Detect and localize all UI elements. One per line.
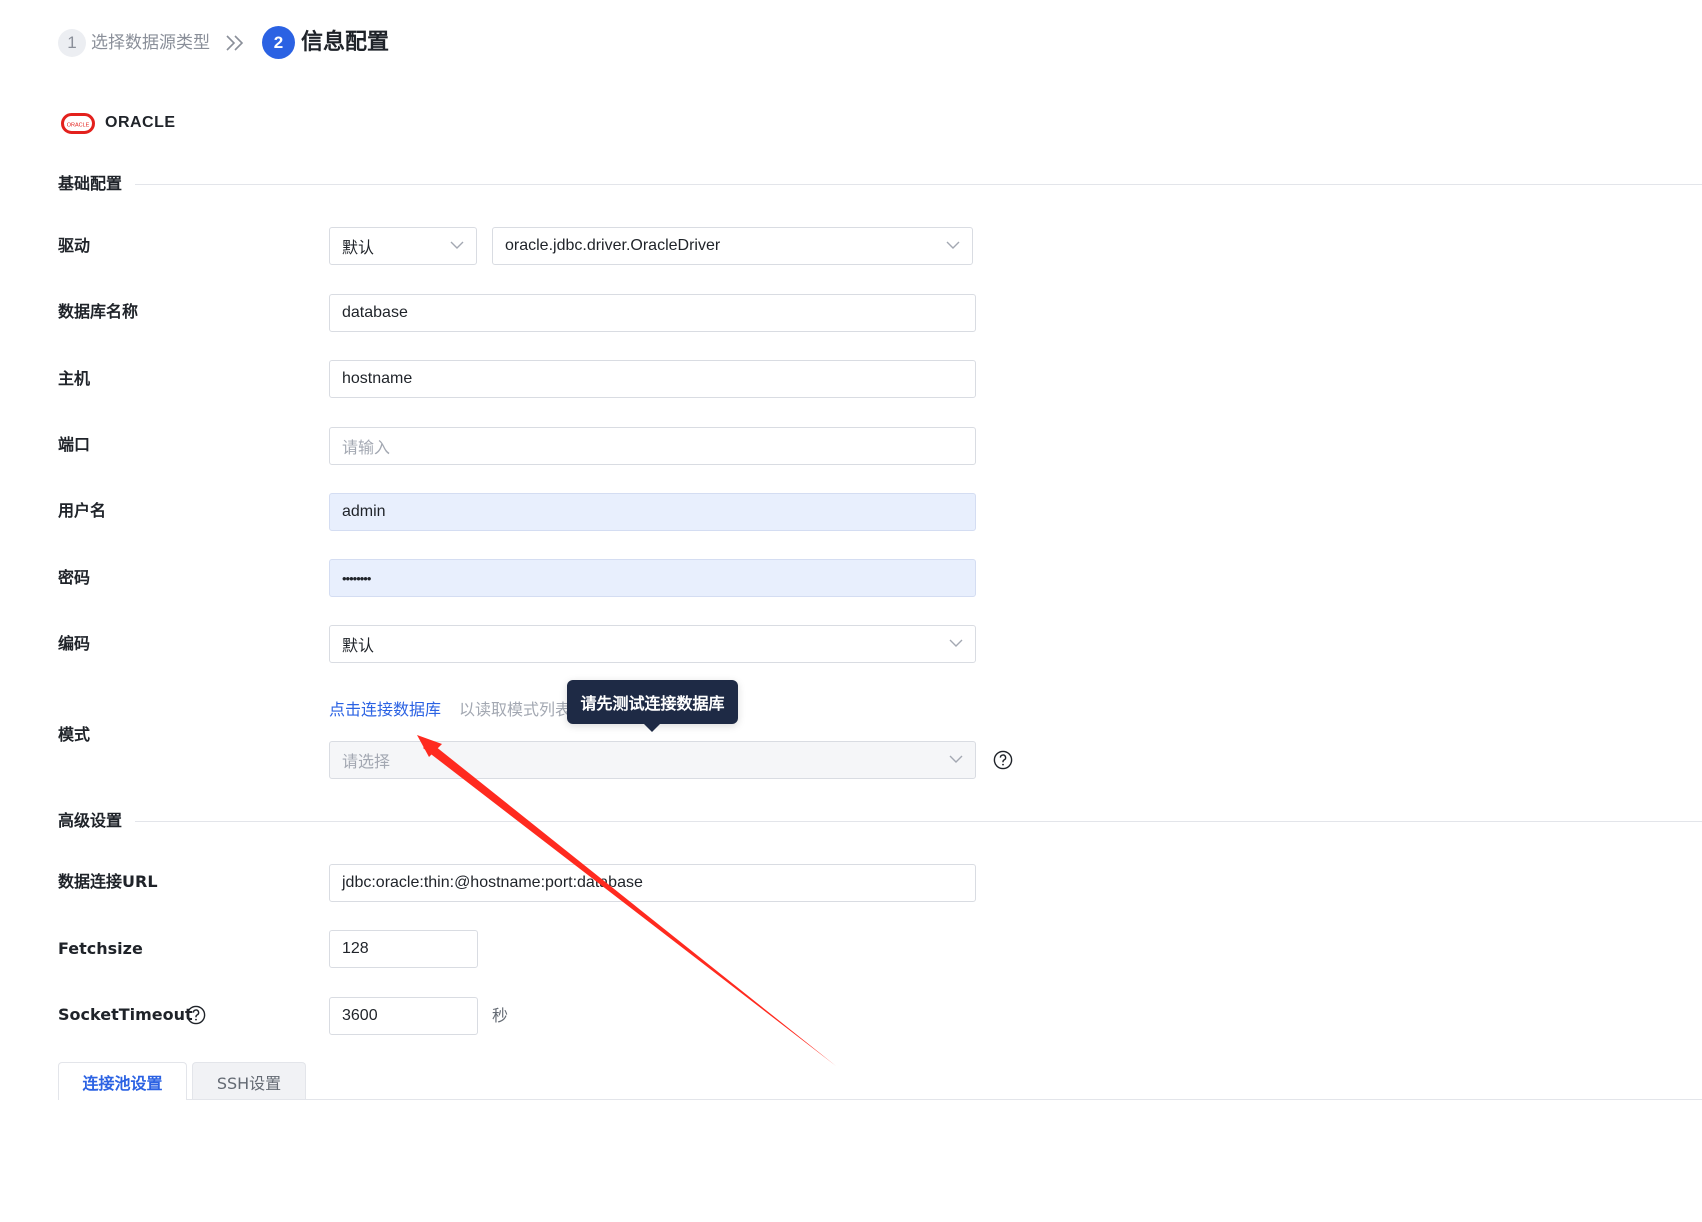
advanced-settings-title: 高级设置 [58, 811, 123, 830]
tooltip-arrow [643, 723, 661, 732]
schema-hint-text: 以读取模式列表 [459, 700, 572, 719]
port-input[interactable]: 请输入 [329, 427, 976, 465]
schema-select[interactable]: 请选择 [329, 741, 976, 779]
chevron-down-icon [949, 639, 963, 647]
driver-class-value: oracle.jdbc.driver.OracleDriver [505, 237, 721, 254]
basic-config-title: 基础配置 [58, 174, 123, 193]
host-label: 主机 [58, 369, 91, 388]
username-input[interactable]: admin [329, 493, 976, 531]
database-name-label: 数据库名称 [58, 302, 139, 321]
step-2-number: 2 [262, 26, 295, 59]
tab-ssh-settings[interactable]: SSH设置 [192, 1062, 306, 1100]
fetchsize-input[interactable]: 128 [329, 930, 478, 968]
socket-timeout-label: SocketTimeout [58, 1005, 193, 1024]
tab-connection-pool[interactable]: 连接池设置 [58, 1062, 187, 1100]
password-input[interactable]: •••••••• [329, 559, 976, 597]
tabs-divider [187, 1099, 1702, 1100]
step-2-label: 信息配置 [301, 30, 390, 55]
oracle-logo-icon: ORACLE [61, 113, 95, 134]
port-label: 端口 [58, 435, 91, 454]
jdbc-url-label: 数据连接URL [58, 872, 158, 891]
username-label: 用户名 [58, 501, 107, 520]
step-1-label[interactable]: 选择数据源类型 [91, 30, 210, 56]
datasource-name: ORACLE [105, 114, 176, 131]
encoding-label: 编码 [58, 634, 91, 653]
encoding-value: 默认 [342, 638, 375, 655]
socket-timeout-input[interactable]: 3600 [329, 997, 478, 1035]
driver-label: 驱动 [58, 236, 91, 255]
connect-database-link[interactable]: 点击连接数据库 [329, 698, 441, 722]
help-question-icon[interactable] [993, 750, 1013, 770]
driver-type-select[interactable]: 默认 [329, 227, 477, 265]
advanced-settings-divider [135, 821, 1702, 822]
database-name-input[interactable]: database [329, 294, 976, 332]
driver-type-value: 默认 [342, 240, 375, 257]
help-question-icon[interactable] [186, 1005, 206, 1025]
chevron-down-icon [949, 755, 963, 763]
schema-label: 模式 [58, 725, 91, 744]
chevron-down-icon [946, 241, 960, 249]
driver-class-select[interactable]: oracle.jdbc.driver.OracleDriver [492, 227, 973, 265]
host-input[interactable]: hostname [329, 360, 976, 398]
step-1-number: 1 [58, 29, 86, 57]
chevron-down-icon [450, 241, 464, 249]
svg-text:ORACLE: ORACLE [67, 122, 90, 128]
fetchsize-label: Fetchsize [58, 939, 143, 958]
schema-placeholder: 请选择 [342, 754, 391, 771]
double-chevron-right-icon [226, 35, 244, 51]
basic-config-divider [135, 184, 1702, 185]
test-connection-tooltip: 请先测试连接数据库 [567, 680, 738, 724]
socket-timeout-unit: 秒 [492, 1006, 509, 1025]
encoding-select[interactable]: 默认 [329, 625, 976, 663]
jdbc-url-input[interactable]: jdbc:oracle:thin:@hostname:port:database [329, 864, 976, 902]
password-label: 密码 [58, 568, 91, 587]
